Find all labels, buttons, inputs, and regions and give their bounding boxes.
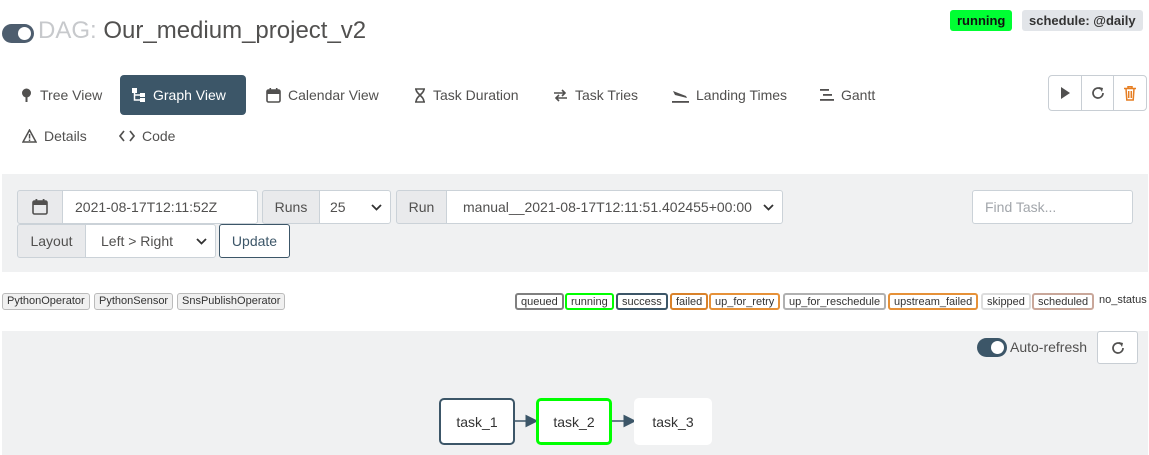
tab-label: Task Duration [433, 87, 519, 103]
runs-value: 25 [330, 199, 346, 215]
task-node-task-3[interactable]: task_3 [634, 398, 712, 445]
run-value: manual__2021-08-17T12:11:51.402455+00:00 [463, 199, 752, 215]
layout-label: Layout [17, 224, 86, 258]
page-title: DAG: Our_medium_project_v2 [38, 17, 366, 45]
auto-refresh-label: Auto-refresh [1010, 339, 1088, 355]
tab-details[interactable]: Details [22, 116, 87, 156]
state-legend-no-status[interactable]: no_status [1095, 293, 1149, 310]
layout-value: Left > Right [101, 233, 173, 249]
tab-label: Details [44, 128, 87, 144]
dag-state-badge: running [950, 10, 1013, 31]
plane-landing-icon [672, 90, 689, 103]
graph-refresh-button[interactable] [1097, 331, 1138, 364]
operator-tag: PythonOperator [2, 293, 90, 310]
tab-gantt[interactable]: Gantt [820, 75, 875, 115]
schedule-badge: schedule: @daily [1022, 10, 1143, 31]
task-node-task-2[interactable]: task_2 [536, 398, 612, 445]
run-label: Run [396, 190, 447, 224]
state-legend-failed[interactable]: failed [670, 293, 709, 310]
tab-task-tries[interactable]: Task Tries [553, 75, 638, 115]
hourglass-icon [415, 87, 425, 103]
task-node-task-1[interactable]: task_1 [439, 398, 515, 445]
dag-pause-toggle[interactable] [2, 24, 34, 43]
chevron-down-icon [763, 203, 774, 211]
base-date-input[interactable]: 2021-08-17T12:11:52Z [62, 190, 258, 224]
state-legend-queued[interactable]: queued [515, 293, 564, 310]
refresh-dag-button[interactable] [1082, 76, 1115, 110]
date-picker-button[interactable] [17, 190, 63, 224]
tab-label: Code [142, 128, 176, 144]
chevron-down-icon [371, 203, 382, 211]
run-select[interactable]: manual__2021-08-17T12:11:51.402455+00:00 [446, 190, 783, 224]
find-task-input[interactable] [972, 190, 1133, 224]
code-icon [119, 130, 135, 142]
play-icon [1060, 87, 1070, 99]
state-legend-up-for-reschedule[interactable]: up_for_reschedule [783, 293, 887, 310]
tab-calendar-view[interactable]: Calendar View [266, 75, 379, 115]
refresh-icon [1091, 87, 1104, 99]
dag-id: Our_medium_project_v2 [103, 17, 367, 44]
graph-icon [132, 88, 145, 102]
state-legend-running[interactable]: running [565, 293, 614, 310]
tab-label: Calendar View [288, 87, 379, 103]
tab-label: Task Tries [575, 87, 639, 103]
trash-icon [1124, 85, 1137, 101]
operator-tag: SnsPublishOperator [177, 293, 286, 310]
update-button[interactable]: Update [219, 224, 290, 258]
runs-label: Runs [262, 190, 320, 224]
dag-prefix: DAG: [38, 17, 97, 44]
tab-task-duration[interactable]: Task Duration [414, 75, 519, 115]
tab-label: Tree View [40, 87, 103, 103]
chevron-down-icon [196, 237, 207, 245]
auto-refresh-toggle[interactable] [977, 338, 1007, 357]
tab-graph-view[interactable]: Graph View [120, 75, 246, 115]
operator-tag: PythonSensor [94, 293, 174, 310]
tab-tree-view[interactable]: Tree View [20, 75, 102, 115]
tab-landing-times[interactable]: Landing Times [672, 75, 787, 115]
runs-select[interactable]: 25 [319, 190, 391, 224]
state-legend-scheduled[interactable]: scheduled [1032, 293, 1095, 310]
warning-triangle-icon [22, 129, 37, 143]
refresh-icon [1111, 341, 1124, 354]
dag-action-buttons [1048, 75, 1147, 111]
state-legend-upstream-failed[interactable]: upstream_failed [888, 293, 979, 310]
retry-arrows-icon [554, 89, 567, 102]
tab-code[interactable]: Code [119, 116, 175, 156]
trigger-dag-button[interactable] [1049, 76, 1082, 110]
delete-dag-button[interactable] [1114, 76, 1146, 110]
calendar-icon [266, 87, 281, 103]
gantt-icon [820, 89, 834, 101]
tab-label: Gantt [841, 87, 876, 103]
state-legend-up-for-retry[interactable]: up_for_retry [709, 293, 781, 310]
state-legend-success[interactable]: success [616, 293, 668, 310]
tab-label: Landing Times [696, 87, 788, 103]
tree-pin-icon [22, 88, 31, 102]
tab-label: Graph View [153, 87, 226, 103]
state-legend-skipped[interactable]: skipped [981, 293, 1031, 310]
calendar-icon [32, 199, 48, 215]
layout-select[interactable]: Left > Right [85, 224, 216, 258]
